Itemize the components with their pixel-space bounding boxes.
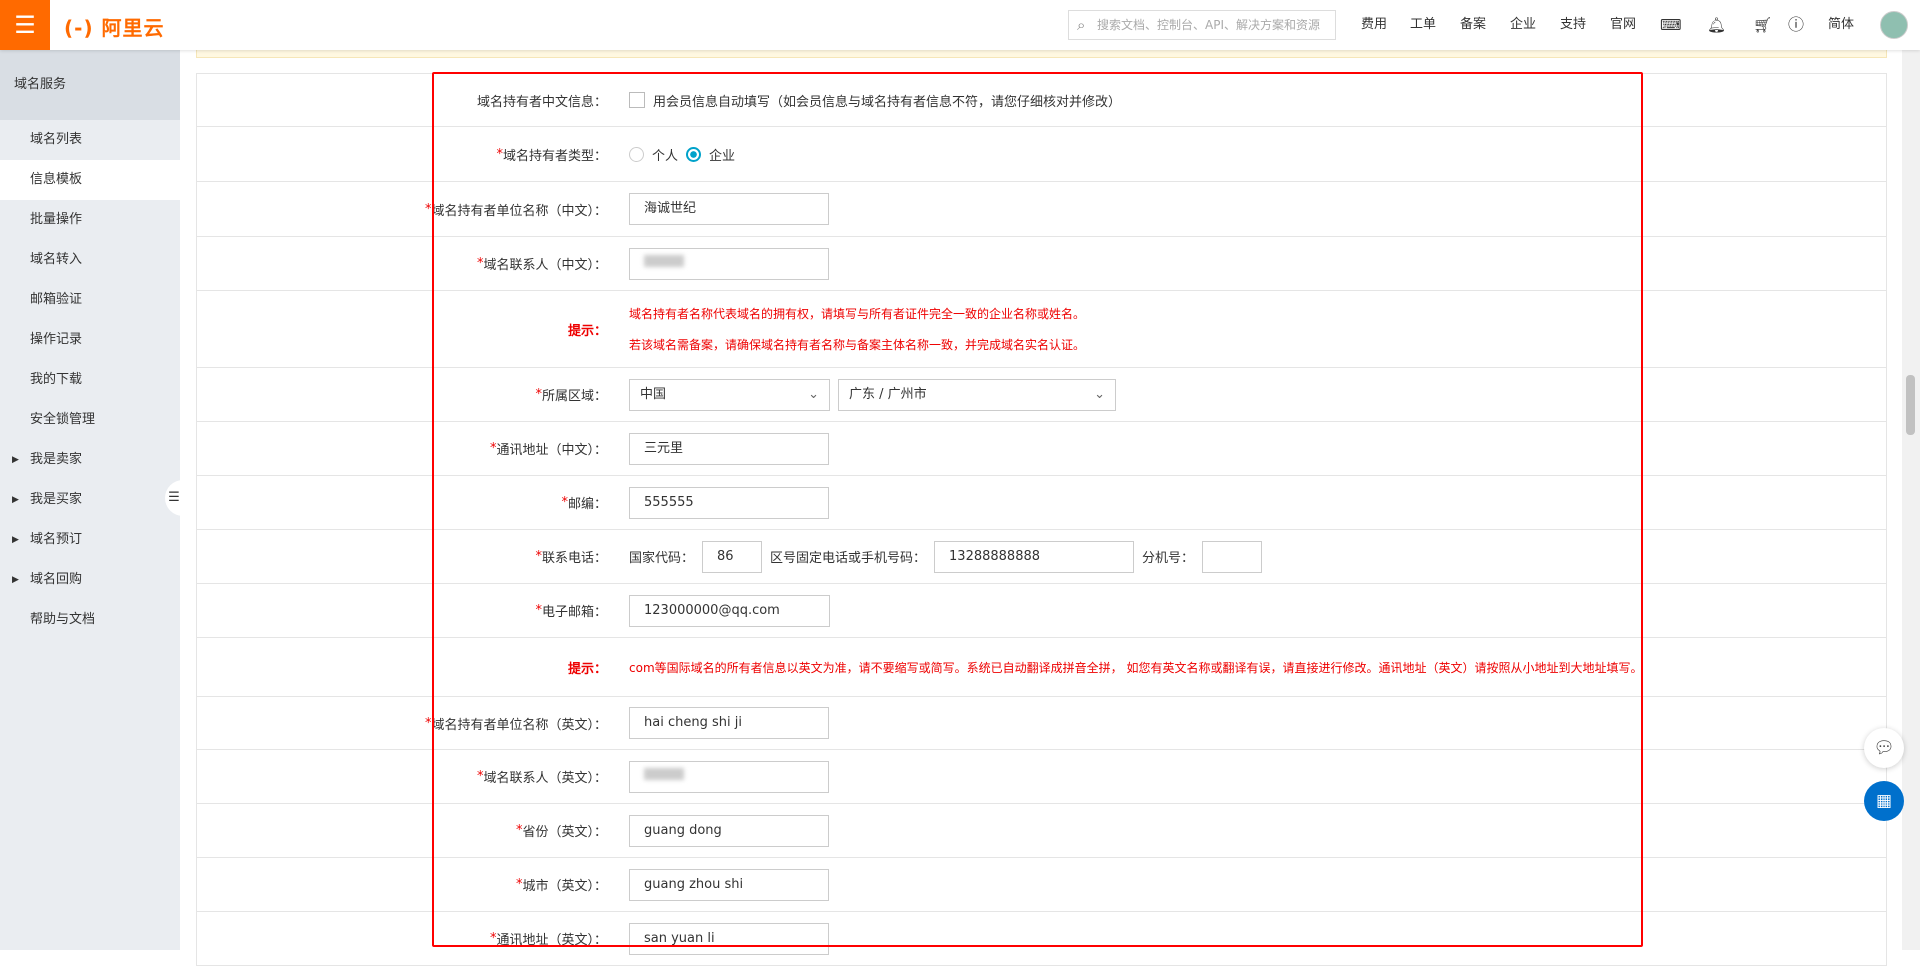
- sidebar-item-info-template[interactable]: 信息模板: [0, 160, 180, 200]
- search-input[interactable]: ⌕ 搜索文档、控制台、API、解决方案和资源: [1068, 10, 1336, 40]
- tip-text-3: com等国际域名的所有者信息以英文为准，请不要缩写或简写。系统已自动翻译成拼音全…: [629, 660, 1643, 675]
- top-header: ☰ (-) 阿里云 ⌕ 搜索文档、控制台、API、解决方案和资源 费用 工单 备案…: [0, 0, 1920, 50]
- sidebar-item-domain-list[interactable]: 域名列表: [0, 120, 180, 160]
- ext-input[interactable]: [1202, 540, 1263, 573]
- ext-label: 分机号：: [1142, 551, 1195, 566]
- province-en-label: 省份（英文）：: [522, 825, 607, 840]
- caret-right-icon: ▶: [12, 495, 19, 505]
- addr-en-label: 通讯地址（英文）：: [496, 933, 607, 948]
- search-placeholder: 搜索文档、控制台、API、解决方案和资源: [1097, 18, 1320, 32]
- contact-en-label: 域名联系人（英文）：: [483, 771, 607, 786]
- radio-label: 个人: [652, 148, 679, 164]
- bell-icon[interactable]: 🔔︎: [1707, 0, 1726, 50]
- language-switch[interactable]: 简体: [1828, 0, 1854, 50]
- zip-label: 邮编：: [567, 497, 607, 512]
- nav-ticket[interactable]: 工单: [1410, 0, 1436, 50]
- org-en-label: 域名持有者单位名称（英文）：: [431, 717, 607, 733]
- contact-cn-label: 域名联系人（中文）：: [483, 258, 607, 273]
- chevron-down-icon: ⌄: [1094, 386, 1105, 402]
- nav-fees[interactable]: 费用: [1361, 0, 1387, 50]
- autofill-text: 用会员信息自动填写（如会员信息与域名持有者信息不符，请您仔细核对并修改）: [653, 94, 1122, 110]
- zip-input[interactable]: 555555: [629, 486, 829, 519]
- autofill-checkbox[interactable]: [629, 92, 645, 108]
- tip-label-2: 提示：: [567, 661, 607, 677]
- city-en-label: 城市（英文）：: [522, 879, 607, 894]
- tip-label: 提示：: [567, 323, 607, 339]
- country-value: 中国: [640, 386, 667, 402]
- terminal-icon[interactable]: ⌨: [1660, 0, 1682, 50]
- template-form: 域名持有者中文信息： 用会员信息自动填写（如会员信息与域名持有者信息不符，请您仔…: [196, 73, 1887, 966]
- contact-en-input[interactable]: [629, 760, 829, 793]
- nav-icp[interactable]: 备案: [1460, 0, 1486, 50]
- scrollbar-thumb[interactable]: [1906, 375, 1915, 435]
- org-cn-input[interactable]: 海诚世纪: [629, 193, 829, 225]
- city-en-input[interactable]: guang zhou shi: [629, 868, 829, 901]
- sidebar-group-reserve[interactable]: ▶ 域名预订: [0, 520, 180, 560]
- sidebar: 域名服务 域名列表 信息模板 批量操作 域名转入 邮箱验证 操作记录 我的下载 …: [0, 50, 180, 950]
- group-label: 我是买家: [30, 492, 83, 507]
- type-label: 域名持有者类型：: [502, 148, 607, 164]
- province-city-select[interactable]: 广东 / 广州市 ⌄: [838, 378, 1116, 411]
- country-code-input[interactable]: 86: [702, 540, 763, 573]
- phone-label: 联系电话：: [541, 551, 607, 566]
- tip-text-1: 域名持有者名称代表域名的拥有权，请填写与所有者证件完全一致的企业名称或姓名。: [629, 307, 1086, 321]
- chevron-down-icon: ⌄: [808, 386, 819, 402]
- sidebar-group-seller[interactable]: ▶ 我是卖家: [0, 440, 180, 480]
- org-cn-label: 域名持有者单位名称（中文）：: [431, 203, 607, 219]
- group-label: 域名回购: [30, 572, 83, 587]
- sidebar-item-op-log[interactable]: 操作记录: [0, 320, 180, 360]
- caret-right-icon: ▶: [12, 575, 19, 585]
- province-en-input[interactable]: guang dong: [629, 814, 829, 847]
- aliyun-logo[interactable]: (-) 阿里云: [64, 12, 165, 41]
- nav-official[interactable]: 官网: [1610, 0, 1636, 50]
- cart-icon[interactable]: 🛒︎: [1753, 0, 1772, 50]
- nav-enterprise[interactable]: 企业: [1510, 0, 1536, 50]
- contact-cn-input[interactable]: [629, 247, 829, 280]
- caret-right-icon: ▶: [12, 455, 19, 465]
- group-label: 我是卖家: [30, 452, 83, 467]
- phone-num-label: 区号固定电话或手机号码：: [770, 551, 927, 566]
- radio-enterprise[interactable]: [686, 146, 702, 162]
- sidebar-item-downloads[interactable]: 我的下载: [0, 360, 180, 400]
- apps-icon[interactable]: ▦: [1864, 781, 1904, 821]
- nav-support[interactable]: 支持: [1560, 0, 1586, 50]
- group-label: 域名预订: [30, 532, 83, 547]
- tip-text-2: 若该域名需备案，请确保域名持有者名称与备案主体名称一致，并完成域名实名认证。: [629, 338, 1086, 352]
- province-city-value: 广东 / 广州市: [849, 386, 927, 402]
- email-input[interactable]: 123000000@qq.com: [629, 594, 830, 627]
- autofill-label: 域名持有者中文信息：: [476, 94, 607, 110]
- country-code-label: 国家代码：: [629, 551, 695, 566]
- region-label: 所属区域：: [541, 389, 607, 404]
- addr-cn-label: 通讯地址（中文）：: [496, 443, 607, 458]
- notice-bar: [196, 50, 1887, 58]
- menu-icon[interactable]: ☰: [0, 0, 50, 50]
- sidebar-item-security-lock[interactable]: 安全锁管理: [0, 400, 180, 440]
- sidebar-item-email-verify[interactable]: 邮箱验证: [0, 280, 180, 320]
- search-icon: ⌕: [1077, 16, 1086, 34]
- sidebar-group-buyback[interactable]: ▶ 域名回购: [0, 560, 180, 600]
- sidebar-title: 域名服务: [0, 50, 180, 120]
- sidebar-item-help[interactable]: 帮助与文档: [0, 600, 180, 640]
- sidebar-item-batch[interactable]: 批量操作: [0, 200, 180, 240]
- email-label: 电子邮箱：: [541, 605, 607, 620]
- avatar[interactable]: [1880, 11, 1908, 39]
- help-icon[interactable]: ⓘ: [1788, 0, 1804, 50]
- radio-label: 企业: [709, 148, 736, 164]
- phone-input[interactable]: 13288888888: [934, 540, 1135, 573]
- addr-cn-input[interactable]: 三元里: [629, 432, 829, 465]
- country-select[interactable]: 中国 ⌄: [629, 378, 830, 411]
- sidebar-item-transfer-in[interactable]: 域名转入: [0, 240, 180, 280]
- org-en-input[interactable]: hai cheng shi ji: [629, 707, 829, 739]
- caret-right-icon: ▶: [12, 535, 19, 545]
- chat-icon[interactable]: 💬︎: [1864, 728, 1904, 768]
- scrollbar[interactable]: [1902, 50, 1920, 950]
- radio-individual[interactable]: [629, 146, 644, 162]
- sidebar-group-buyer[interactable]: ▶ 我是买家: [0, 480, 180, 520]
